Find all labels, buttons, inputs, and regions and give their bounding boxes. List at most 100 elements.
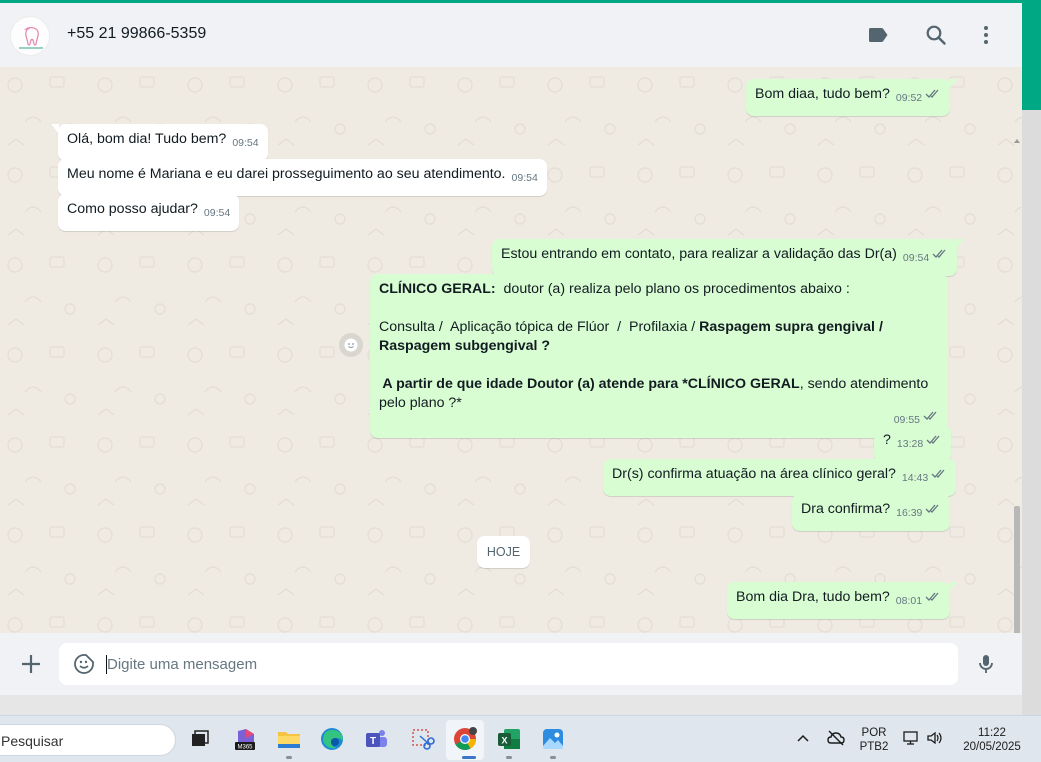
message-line: A partir de que idade Doutor (a) atende … [379,375,939,394]
side-gray-strip [1022,110,1041,715]
smiley-icon [344,338,358,352]
composer-bar [0,633,1022,695]
message-outgoing-long[interactable]: CLÍNICO GERAL: doutor (a) realiza pelo p… [370,274,948,438]
message-text: Bom diaa, tudo bem? [755,86,890,102]
edge-icon[interactable] [319,726,345,752]
bubble-tail [51,124,59,134]
svg-text:X: X [501,736,507,746]
message-text: Estou entrando em contato, para realizar… [501,246,897,262]
keyboard-layout: PTB2 [859,741,889,753]
excel-icon[interactable]: X [496,726,522,752]
message-line: CLÍNICO GERAL: doutor (a) realiza pelo p… [379,280,939,299]
message-outgoing[interactable]: Dr(s) confirma atuação na área clínico g… [603,459,957,496]
attach-plus-icon[interactable] [19,652,43,676]
chevron-up-icon[interactable] [796,733,810,743]
message-input-container[interactable] [59,643,958,685]
message-time: 14:43 [901,472,929,484]
search-icon[interactable] [924,23,948,47]
bold-text: A partir de que idade Doutor (a) atende … [379,376,800,392]
double-check-icon [925,504,939,513]
message-text: Como posso ajudar? [67,201,198,217]
bubble-tail [949,582,958,592]
svg-text:M365: M365 [237,745,253,751]
taskbar-search[interactable]: Pesquisar [0,724,176,756]
message-outgoing[interactable]: Bom dia Dra, tudo bem? 08:01 [727,582,958,619]
running-indicator [506,756,512,759]
double-check-icon [931,469,945,478]
message-time: 09:54 [511,172,538,184]
message-meta: 09:55 [379,407,939,430]
chat-header[interactable]: +55 21 99866-5359 [0,3,1022,67]
message-line: Raspagem subgengival ? [379,337,939,356]
side-accent-strip [1022,3,1041,110]
bold-text: Raspagem subgengival ? [379,338,551,354]
bold-text: CLÍNICO GERAL: [379,281,496,297]
contact-name[interactable]: +55 21 99866-5359 [67,25,206,43]
chrome-icon[interactable] [452,726,478,752]
message-time: 13:28 [896,438,924,450]
snipping-tool-icon[interactable] [409,726,435,752]
running-indicator [550,756,556,759]
double-check-icon [925,592,939,601]
volume-icon[interactable] [926,729,944,747]
file-explorer-icon[interactable] [276,726,302,752]
bubble-tail [949,79,958,89]
bold-text: Raspagem supra gengival / [699,319,883,335]
chat-scrollbar[interactable] [1012,134,1022,633]
input-language[interactable]: POR PTB2 [856,726,892,754]
double-check-icon [932,249,946,258]
microsoft-365-icon[interactable]: M365 [232,726,258,752]
clock[interactable]: 11:22 20/05/2025 [956,726,1028,754]
label-icon[interactable] [866,23,890,47]
message-incoming[interactable]: Olá, bom dia! Tudo bem? 09:54 [51,124,268,161]
message-time: 09:54 [902,252,930,264]
message-text: Dra confirma? [801,501,891,517]
microphone-icon[interactable] [974,652,998,676]
message-text: Dr(s) confirma atuação na área clínico g… [612,466,896,482]
message-line: Consulta / Aplicação tópica de Flúor / P… [379,318,939,337]
double-check-icon [925,89,939,98]
message-outgoing[interactable]: ? 13:28 [874,425,952,462]
message-text: pelo plano ?* [379,395,462,411]
language-code: POR [861,727,887,739]
message-time: 09:54 [203,207,231,219]
message-text: , sendo atendimento [799,376,929,392]
active-indicator [462,756,476,759]
message-outgoing[interactable]: Bom diaa, tudo bem? 09:52 [746,79,958,116]
menu-dots-icon[interactable] [974,23,998,47]
message-incoming[interactable]: Meu nome é Mariana e eu darei prosseguim… [58,159,547,196]
message-time: 09:52 [895,92,923,104]
bubble-tail [956,239,965,249]
avatar[interactable] [10,16,50,56]
windows-taskbar: Pesquisar M365 T X POR PTB2 11:22 20/05/… [0,715,1041,762]
message-time: 09:54 [232,137,259,149]
clock-date: 20/05/2025 [963,741,1021,753]
message-list[interactable]: Bom diaa, tudo bem? 09:52 Olá, bom dia! T… [0,67,1022,633]
clock-time: 11:22 [978,727,1006,739]
message-input[interactable] [107,643,937,685]
svg-text:T: T [370,736,376,747]
task-view-icon[interactable] [187,726,213,752]
message-time: 08:01 [895,595,923,607]
cloud-offline-icon[interactable] [826,728,846,748]
message-text: ? [883,432,891,448]
teams-icon[interactable]: T [363,726,389,752]
running-indicator [286,756,292,759]
message-incoming[interactable]: Como posso ajudar? 09:54 [58,194,240,231]
reaction-button[interactable] [339,333,363,357]
day-separator: HOJE [477,536,530,568]
network-icon[interactable] [902,729,920,747]
message-text: Olá, bom dia! Tudo bem? [67,131,227,147]
double-check-icon [926,435,940,444]
scroll-thumb[interactable] [1014,506,1020,633]
message-outgoing[interactable]: Dra confirma? 16:39 [792,494,951,531]
message-outgoing[interactable]: Estou entrando em contato, para realizar… [492,239,965,276]
message-text: Bom dia Dra, tudo bem? [736,589,890,605]
sticker-emoji-icon[interactable] [72,652,96,676]
photos-icon[interactable] [540,726,566,752]
message-text: Consulta / Aplicação tópica de Flúor / P… [379,319,700,335]
scroll-up-arrow-icon[interactable] [1012,136,1022,146]
tooth-logo-icon [19,26,43,49]
